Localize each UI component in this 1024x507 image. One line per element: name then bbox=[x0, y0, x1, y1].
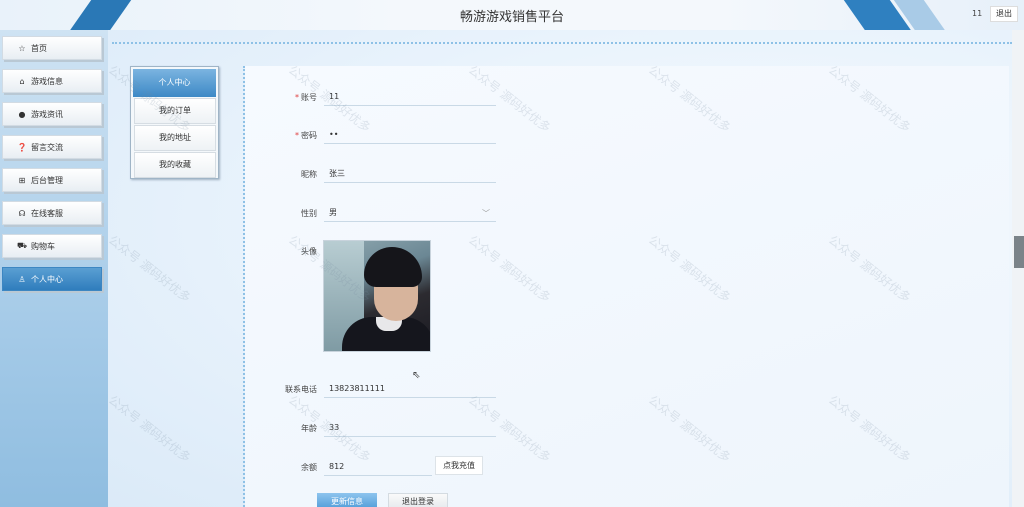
balance-field[interactable]: 812 bbox=[324, 460, 432, 476]
nickname-field[interactable]: 张三 bbox=[324, 167, 496, 183]
submenu-item-favorites[interactable]: 我的收藏 bbox=[134, 152, 216, 178]
user-icon: ♙ bbox=[18, 274, 26, 284]
chevron-down-icon[interactable]: ﹀ bbox=[482, 208, 490, 219]
gift-icon: ⊞ bbox=[18, 175, 26, 185]
current-username: 11 bbox=[972, 9, 983, 18]
cart-icon: ⛟ bbox=[17, 241, 28, 250]
gender-select[interactable]: 男 bbox=[324, 206, 496, 222]
sidebar-item-label: 留言交流 bbox=[31, 142, 63, 152]
bag-icon: ⌂ bbox=[19, 76, 25, 86]
phone-label: 联系电话 bbox=[285, 385, 317, 394]
sidebar-item-label: 购物车 bbox=[31, 241, 55, 251]
account-label: * 账号 bbox=[295, 93, 317, 102]
sidebar-item-label: 在线客服 bbox=[31, 208, 63, 218]
mouse-cursor-icon: ⇖ bbox=[412, 370, 421, 381]
sidebar-item-label: 游戏资讯 bbox=[31, 109, 63, 119]
scrollbar-thumb[interactable] bbox=[1014, 236, 1024, 268]
site-title: 畅游游戏销售平台 bbox=[459, 10, 564, 25]
sidebar-item-messages[interactable]: ❓ 留言交流 bbox=[2, 135, 102, 159]
top-bar: 畅游游戏销售平台 11 退出 bbox=[0, 0, 1024, 36]
sidebar-item-support[interactable]: ☊ 在线客服 bbox=[2, 201, 102, 225]
sidebar-item-games[interactable]: ⌂ 游戏信息 bbox=[2, 69, 102, 93]
question-icon: ❓ bbox=[17, 142, 27, 152]
required-mark: * bbox=[295, 93, 299, 102]
recharge-button[interactable]: 点我充值 bbox=[435, 456, 483, 475]
sidebar-item-profile[interactable]: ♙ 个人中心 bbox=[2, 267, 102, 291]
sidebar-item-label: 游戏信息 bbox=[31, 76, 63, 86]
password-label: * 密码 bbox=[295, 131, 317, 140]
star-icon: ☆ bbox=[18, 43, 26, 53]
gender-label: 性别 bbox=[301, 209, 317, 218]
age-label: 年龄 bbox=[301, 424, 317, 433]
sidebar-item-label: 个人中心 bbox=[31, 274, 63, 284]
nickname-label: 昵称 bbox=[301, 170, 317, 179]
password-field[interactable]: •• bbox=[324, 128, 496, 144]
sidebar-item-admin[interactable]: ⊞ 后台管理 bbox=[2, 168, 102, 192]
required-mark: * bbox=[295, 131, 299, 140]
avatar-image[interactable] bbox=[323, 240, 431, 352]
sidebar-item-label: 首页 bbox=[31, 43, 47, 53]
divider bbox=[112, 42, 1012, 44]
balance-label: 余额 bbox=[301, 463, 317, 472]
logout-button[interactable]: 退出 bbox=[990, 6, 1018, 22]
sidebar-item-label: 后台管理 bbox=[31, 175, 63, 185]
logout-account-button[interactable]: 退出登录 bbox=[388, 493, 448, 507]
headset-icon: ☊ bbox=[18, 208, 26, 218]
scrollbar-track[interactable] bbox=[1012, 30, 1024, 507]
info-icon: ● bbox=[18, 109, 26, 119]
update-info-button[interactable]: 更新信息 bbox=[317, 493, 377, 507]
sidebar-item-news[interactable]: ● 游戏资讯 bbox=[2, 102, 102, 126]
sidebar-item-home[interactable]: ☆ 首页 bbox=[2, 36, 102, 60]
phone-field[interactable]: 13823811111 bbox=[324, 382, 496, 398]
sidebar-item-cart[interactable]: ⛟ 购物车 bbox=[2, 234, 102, 258]
